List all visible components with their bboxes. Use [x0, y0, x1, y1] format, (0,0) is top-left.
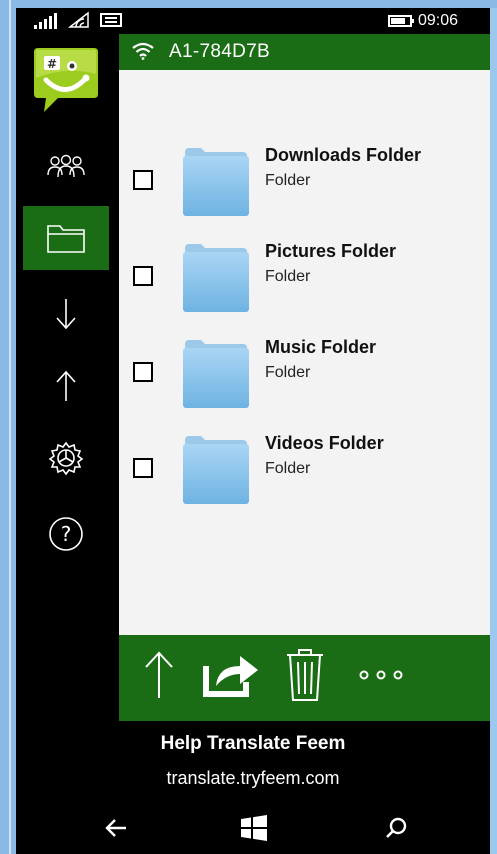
- phone-screen: 09:06 # ? A1-784D7B Downloads Folder Fol…: [16, 8, 490, 854]
- folder-subtitle: Folder: [265, 460, 311, 477]
- nav-item-uploads[interactable]: [23, 354, 109, 418]
- svg-text:?: ?: [61, 522, 72, 546]
- folder-list: Downloads Folder Folder Pictures Folder …: [119, 70, 490, 635]
- help-title: Help Translate Feem: [160, 733, 346, 754]
- folder-checkbox[interactable]: [133, 362, 153, 382]
- nav-item-downloads[interactable]: [23, 282, 109, 346]
- search-icon: [386, 817, 407, 838]
- feem-logo-icon[interactable]: #: [28, 44, 104, 120]
- signal-icon: [34, 13, 58, 29]
- wifi-icon: [132, 42, 154, 60]
- help-url[interactable]: translate.tryfeem.com: [16, 768, 490, 789]
- folder-icon: [183, 244, 249, 312]
- system-nav-bar: [16, 803, 490, 854]
- list-item[interactable]: Pictures Folder Folder: [119, 240, 490, 336]
- nav-item-help[interactable]: ?: [23, 502, 109, 566]
- folder-subtitle: Folder: [265, 364, 311, 381]
- delete-button[interactable]: [283, 645, 327, 705]
- windows-logo-icon: [241, 815, 267, 841]
- share-icon: [203, 656, 258, 697]
- folder-icon: [47, 225, 85, 253]
- clock: 09:06: [418, 12, 459, 29]
- more-button[interactable]: [353, 645, 409, 705]
- svg-text:#: #: [47, 57, 57, 71]
- gear-icon: [48, 441, 84, 476]
- back-button[interactable]: [96, 813, 136, 843]
- start-button[interactable]: [234, 813, 274, 843]
- search-button[interactable]: [376, 813, 416, 843]
- people-icon: [47, 154, 85, 178]
- arrow-down-icon: [56, 299, 76, 330]
- help-icon: ?: [49, 517, 83, 551]
- arrow-up-icon: [56, 370, 76, 401]
- folder-title: Music Folder: [265, 337, 377, 357]
- message-icon: [100, 13, 122, 27]
- back-arrow-icon: [105, 819, 126, 837]
- folder-checkbox[interactable]: [133, 266, 153, 286]
- battery-icon: [388, 15, 414, 27]
- more-icon: [359, 670, 403, 680]
- device-header[interactable]: A1-784D7B: [119, 34, 490, 70]
- folder-subtitle: Folder: [265, 172, 311, 189]
- folder-title: Videos Folder: [265, 433, 384, 453]
- help-translate-banner[interactable]: Help Translate Feem translate.tryfeem.co…: [16, 721, 490, 803]
- device-name: A1-784D7B: [169, 41, 270, 62]
- list-item[interactable]: Music Folder Folder: [119, 336, 490, 432]
- folder-title: Pictures Folder: [265, 241, 397, 261]
- folder-icon: [183, 148, 249, 216]
- list-item[interactable]: Videos Folder Folder: [119, 432, 490, 528]
- folder-checkbox[interactable]: [133, 458, 153, 478]
- folder-icon: [183, 436, 249, 504]
- share-button[interactable]: [201, 645, 261, 705]
- folder-title: Downloads Folder: [265, 145, 422, 165]
- nav-item-settings[interactable]: [23, 426, 109, 490]
- sidebar: # ?: [16, 34, 119, 721]
- nav-item-folders[interactable]: [23, 206, 109, 270]
- app-bar: [119, 635, 490, 721]
- folder-checkbox[interactable]: [133, 170, 153, 190]
- upload-icon: [145, 651, 173, 698]
- status-bar: 09:06: [16, 8, 490, 34]
- wifi-icon: [68, 11, 89, 28]
- folder-icon: [183, 340, 249, 408]
- upload-button[interactable]: [139, 645, 179, 705]
- trash-icon: [287, 649, 323, 701]
- nav-item-people[interactable]: [23, 134, 109, 198]
- folder-subtitle: Folder: [265, 268, 311, 285]
- list-item[interactable]: Downloads Folder Folder: [119, 144, 490, 240]
